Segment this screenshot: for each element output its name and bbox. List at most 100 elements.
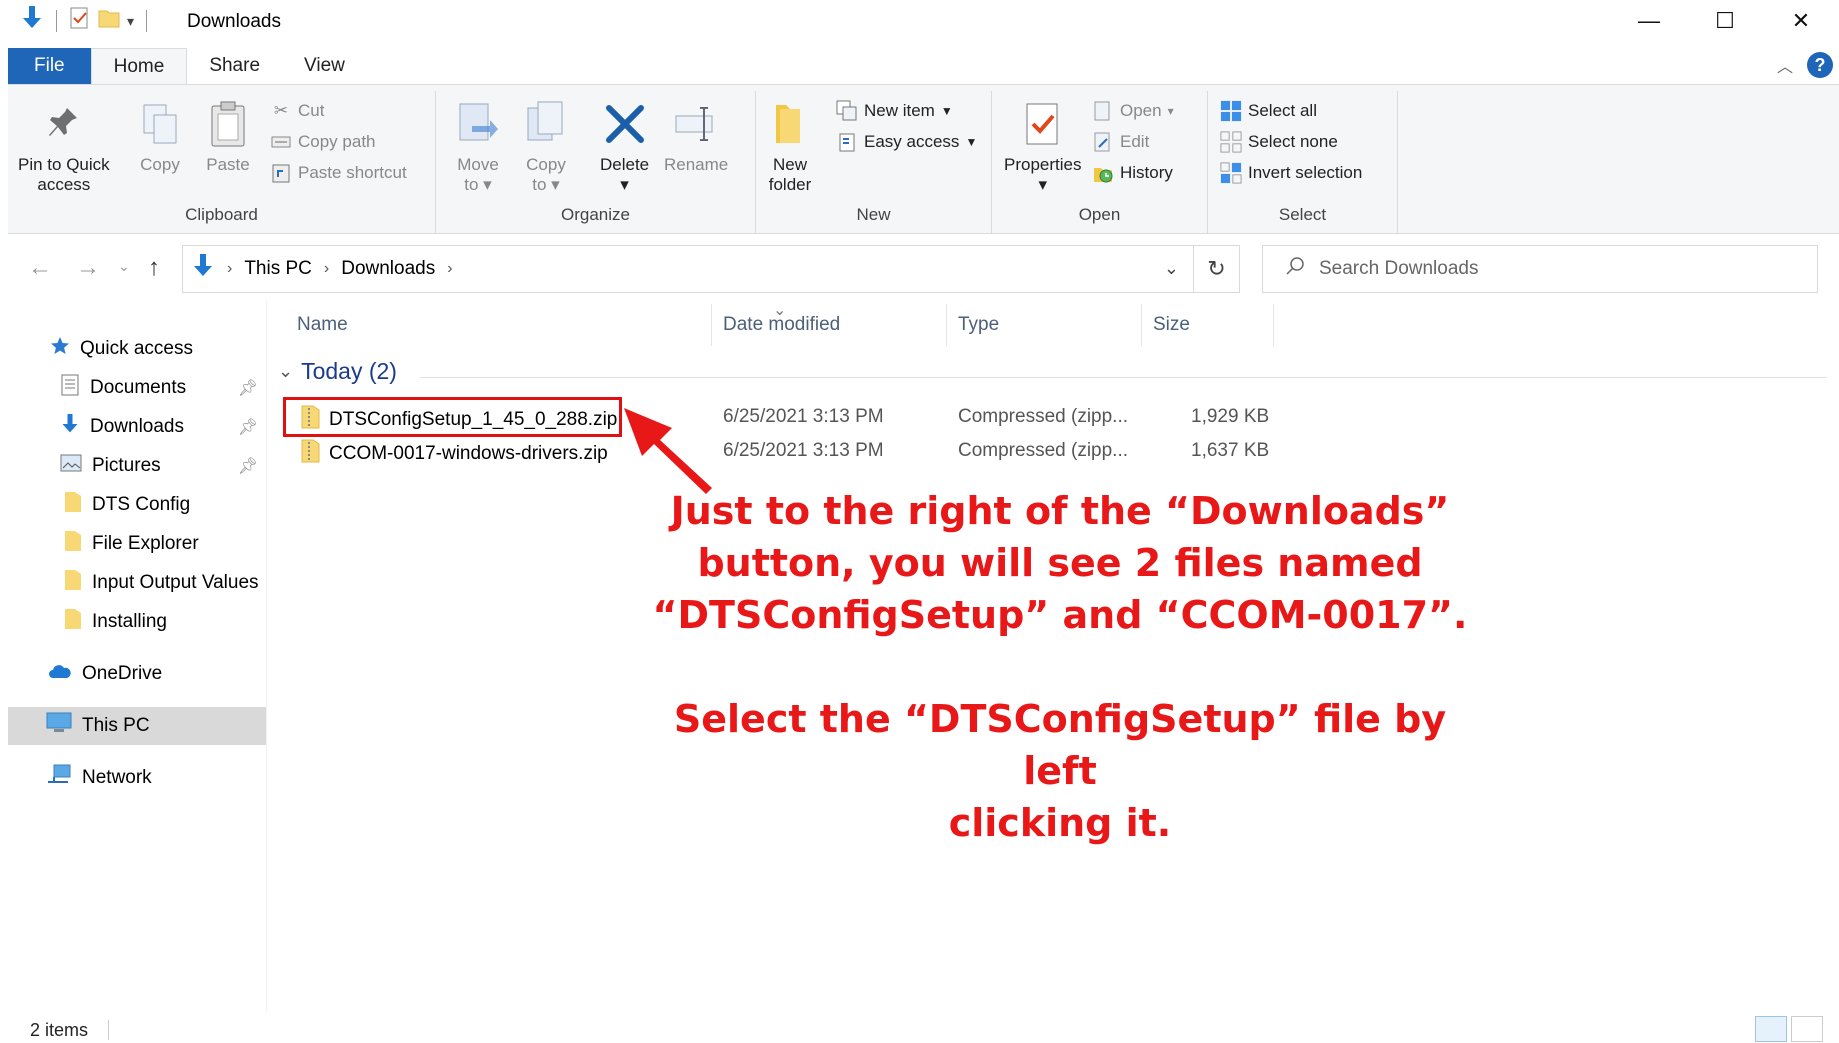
column-separator[interactable] [946,304,947,346]
file-name-cell: CCOM-0017-windows-drivers.zip [301,438,608,470]
group-header-today[interactable]: ⌄ Today (2) [278,358,397,385]
copy-to-button[interactable]: Copy to ▾ [524,99,568,195]
file-type-cell: Compressed (zipp... [958,406,1129,427]
column-type[interactable]: Type [958,314,999,336]
folder-icon [64,529,82,559]
nav-item-input-output-values[interactable]: Input Output Values [8,564,266,602]
column-size[interactable]: Size [1153,314,1190,336]
customize-qat-icon[interactable]: ▾ [127,13,134,30]
nav-item-network[interactable]: Network [8,759,266,797]
rename-button[interactable]: Rename [664,99,728,175]
help-icon[interactable]: ? [1807,52,1833,78]
address-bar[interactable]: › This PC › Downloads › ⌄ [182,245,1194,293]
tab-share[interactable]: Share [187,48,282,84]
maximize-button[interactable]: ☐ [1687,0,1763,42]
folder-icon [64,568,82,598]
breadcrumb-this-pc[interactable]: This PC [244,258,312,280]
move-to-button[interactable]: Move to ▾ [456,99,500,195]
minimize-button[interactable]: — [1611,0,1687,42]
column-separator[interactable] [711,304,712,346]
nav-item-file-explorer[interactable]: File Explorer [8,525,266,563]
properties-button[interactable]: Properties ▾ [1004,99,1081,195]
nav-item-downloads[interactable]: Downloads 📌︎ [8,408,266,446]
select-none-button[interactable]: Select none [1220,128,1338,156]
file-type-cell: Compressed (zipp... [958,440,1129,461]
tab-file[interactable]: File [8,48,91,84]
highlight-box [283,397,622,437]
copy-to-icon [524,99,568,149]
easy-access-icon [836,131,858,153]
history-button[interactable]: History [1092,159,1173,187]
address-dropdown-chevron-icon[interactable]: ⌄ [1164,258,1179,279]
new-folder-qat-icon[interactable] [97,6,121,36]
paste-shortcut-button[interactable]: Paste shortcut [270,159,407,187]
divider [146,10,148,32]
close-button[interactable]: ✕ [1763,0,1839,42]
file-date-cell: 6/25/2021 3:13 PM [723,440,884,461]
copy-path-button[interactable]: Copy path [270,128,376,156]
pin-icon: 📌︎ [237,380,258,397]
search-box[interactable]: Search Downloads [1262,245,1818,293]
nav-item-pictures[interactable]: Pictures 📌︎ [8,447,266,485]
history-clock-icon [1092,162,1114,184]
collapse-ribbon-icon[interactable]: ︿ [1777,53,1793,77]
clipboard-label: Clipboard [185,205,258,224]
file-size-cell: 1,929 KB [1191,406,1270,427]
edit-pencil-icon [1092,131,1114,153]
collapse-chevron-icon: ⌄ [278,361,294,381]
details-view-button[interactable] [1755,1016,1787,1042]
pin-to-quick-access-button[interactable]: Pin to Quick access [18,99,110,195]
move-to-icon [456,99,500,149]
rename-icon [674,99,718,149]
forward-arrow-icon[interactable]: → [76,254,100,282]
breadcrumb-separator[interactable]: › [447,260,452,278]
table-row[interactable]: CCOM-0017-windows-drivers.zip 6/25/2021 … [283,434,1823,468]
column-separator[interactable] [1141,304,1142,346]
up-arrow-icon[interactable]: ↑ [148,254,160,282]
edit-button[interactable]: Edit [1092,128,1149,156]
easy-access-button[interactable]: Easy access ▼ [836,128,977,156]
invert-selection-button[interactable]: Invert selection [1220,159,1362,187]
item-count: 2 items [30,1020,89,1040]
back-arrow-icon[interactable]: ← [28,254,52,282]
tab-home[interactable]: Home [90,48,188,84]
pane-divider[interactable] [266,300,267,1012]
open-group: Properties ▾ Open ▾ Edit History Open [992,91,1208,233]
properties-qat-icon[interactable] [69,6,91,36]
open-icon [1092,100,1114,122]
nav-item-this-pc[interactable]: This PC [8,707,266,745]
select-all-button[interactable]: Select all [1220,97,1317,125]
open-button[interactable]: Open ▾ [1092,97,1174,125]
refresh-button[interactable]: ↻ [1194,245,1240,293]
delete-button[interactable]: Delete ▾ [600,99,649,195]
navigation-bar: ← → ⌄ ↑ › This PC › Downloads › ⌄ ↻ Sear… [0,240,1839,296]
annotation-arrow-icon [624,408,712,494]
new-item-button[interactable]: New item ▼ [836,97,953,125]
copy-button[interactable]: Copy [138,99,182,175]
tab-view[interactable]: View [282,48,367,84]
search-input[interactable]: Search Downloads [1319,258,1478,280]
ribbon-tabs: File Home Share View [8,48,1839,84]
nav-item-documents[interactable]: Documents 📌︎ [8,369,266,407]
paste-button[interactable]: Paste [206,99,250,175]
properties-icon [1021,99,1065,149]
column-name[interactable]: Name [297,314,348,336]
nav-item-dts-config[interactable]: DTS Config [8,486,266,524]
nav-item-onedrive[interactable]: OneDrive [8,655,266,693]
breadcrumb-separator[interactable]: › [227,260,232,278]
new-folder-button[interactable]: New folder [768,99,812,195]
nav-item-installing[interactable]: Installing [8,603,266,641]
copy-icon [138,99,182,149]
large-icons-view-button[interactable] [1791,1016,1823,1042]
breadcrumb-downloads[interactable]: Downloads [341,258,435,280]
cut-button[interactable]: ✂ Cut [270,97,325,125]
onedrive-cloud-icon [48,663,72,685]
nav-item-quick-access[interactable]: Quick access [8,330,266,368]
pin-icon: 📌︎ [237,458,258,475]
folder-icon [64,607,82,637]
delete-x-icon [603,99,647,149]
recent-locations-chevron-icon[interactable]: ⌄ [118,258,130,275]
breadcrumb-separator[interactable]: › [324,260,329,278]
column-date-modified[interactable]: Date modified [723,314,840,336]
column-separator[interactable] [1273,304,1274,346]
